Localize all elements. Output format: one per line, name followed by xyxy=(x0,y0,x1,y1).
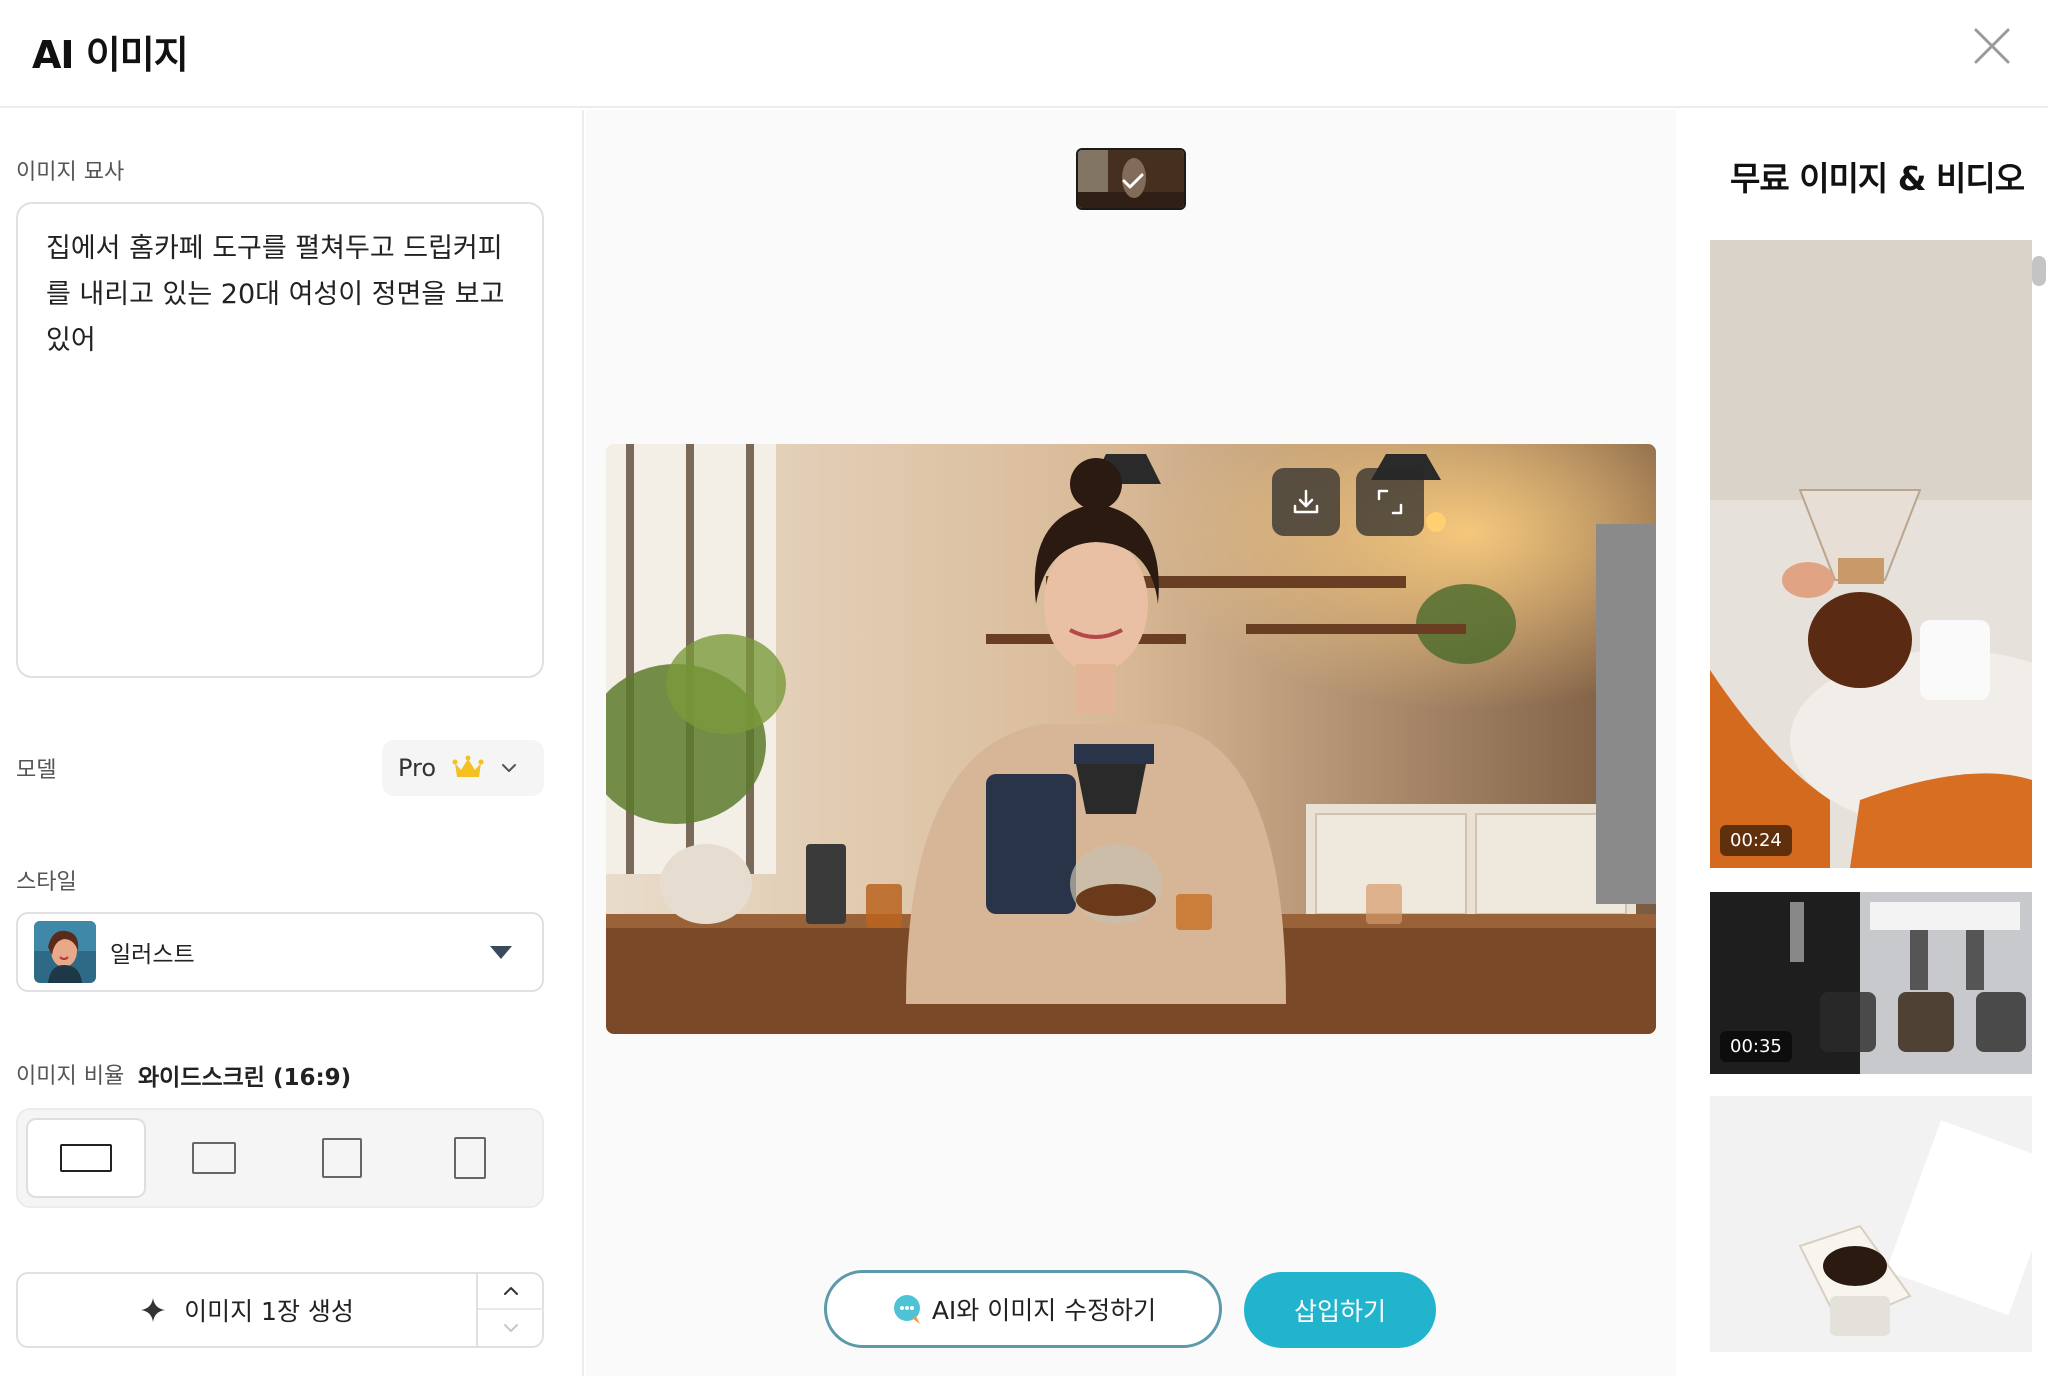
chevron-down-icon xyxy=(504,1324,518,1332)
caret-down-icon xyxy=(490,946,512,959)
crown-icon xyxy=(452,755,484,777)
media-duration: 00:24 xyxy=(1720,825,1792,856)
description-label: 이미지 묘사 xyxy=(16,160,125,185)
download-button[interactable] xyxy=(1272,468,1340,536)
scrollbar[interactable] xyxy=(2032,256,2046,286)
stock-media-title: 무료 이미지 & 비디오 xyxy=(1730,159,2025,198)
ratio-option-3-4[interactable] xyxy=(410,1118,530,1198)
ratio-option-4-3[interactable] xyxy=(154,1118,274,1198)
square-ratio-icon xyxy=(322,1138,362,1178)
media-card[interactable]: 00:35 xyxy=(1710,892,2032,1074)
widescreen-ratio-icon xyxy=(60,1144,112,1172)
chevron-down-icon xyxy=(502,764,517,772)
count-stepper xyxy=(476,1274,544,1346)
description-textarea[interactable]: 집에서 홈카페 도구를 펼쳐두고 드립커피를 내리고 있는 20대 여성이 정면… xyxy=(16,202,544,678)
generated-thumbnail[interactable] xyxy=(1076,148,1186,210)
model-select[interactable]: Pro xyxy=(382,740,544,796)
close-icon[interactable] xyxy=(1970,24,2014,68)
media-card[interactable] xyxy=(1710,1096,2032,1352)
stock-media-panel: 무료 이미지 & 비디오 00:24 00:35 xyxy=(1678,110,2048,1376)
count-increase-button[interactable] xyxy=(478,1274,544,1310)
style-label: 스타일 xyxy=(16,870,77,895)
media-duration: 00:35 xyxy=(1720,1031,1792,1062)
ai-chat-icon xyxy=(893,1295,920,1324)
ai-edit-button[interactable]: AI와 이미지 수정하기 xyxy=(824,1270,1222,1348)
sparkle-icon xyxy=(141,1298,166,1322)
dialog-title: AI 이미지 xyxy=(32,33,189,77)
ratio-label: 이미지 비율 xyxy=(16,1064,125,1089)
insert-label: 삽입하기 xyxy=(1293,1297,1386,1326)
insert-button[interactable]: 삽입하기 xyxy=(1244,1272,1436,1348)
dialog-header: AI 이미지 xyxy=(0,0,2048,108)
generate-control: 이미지 1장 생성 xyxy=(16,1272,544,1348)
count-decrease-button[interactable] xyxy=(478,1310,544,1346)
chevron-up-icon xyxy=(504,1287,518,1295)
model-label: 모델 xyxy=(16,758,57,783)
description-text: 집에서 홈카페 도구를 펼쳐두고 드립커피를 내리고 있는 20대 여성이 정면… xyxy=(46,233,505,356)
generate-label: 이미지 1장 생성 xyxy=(184,1297,354,1326)
style-thumbnail xyxy=(34,921,96,983)
ratio-value: 와이드스크린 (16:9) xyxy=(138,1065,352,1091)
ai-edit-label: AI와 이미지 수정하기 xyxy=(931,1296,1157,1325)
style-value: 일러스트 xyxy=(110,942,195,968)
model-value: Pro xyxy=(398,754,437,782)
style-select[interactable]: 일러스트 xyxy=(16,912,544,992)
preview-area: AI와 이미지 수정하기 삽입하기 xyxy=(586,110,1676,1376)
ratio-option-16-9[interactable] xyxy=(26,1118,146,1198)
generate-button[interactable]: 이미지 1장 생성 xyxy=(18,1274,476,1346)
settings-panel: 이미지 묘사 집에서 홈카페 도구를 펼쳐두고 드립커피를 내리고 있는 20대… xyxy=(0,110,584,1376)
ratio-option-1-1[interactable] xyxy=(282,1118,402,1198)
check-icon xyxy=(1078,150,1184,208)
portrait-ratio-icon xyxy=(454,1137,486,1179)
ai-image-dialog: AI 이미지 이미지 묘사 집에서 홈카페 도구를 펼쳐두고 드립커피를 내리고… xyxy=(0,0,2048,1376)
fullscreen-icon xyxy=(1377,489,1403,515)
media-card[interactable]: 00:24 xyxy=(1710,240,2032,868)
standard-ratio-icon xyxy=(192,1142,236,1174)
ratio-selector xyxy=(16,1108,544,1208)
download-icon xyxy=(1293,489,1319,514)
generated-image[interactable] xyxy=(606,444,1656,1034)
fullscreen-button[interactable] xyxy=(1356,468,1424,536)
